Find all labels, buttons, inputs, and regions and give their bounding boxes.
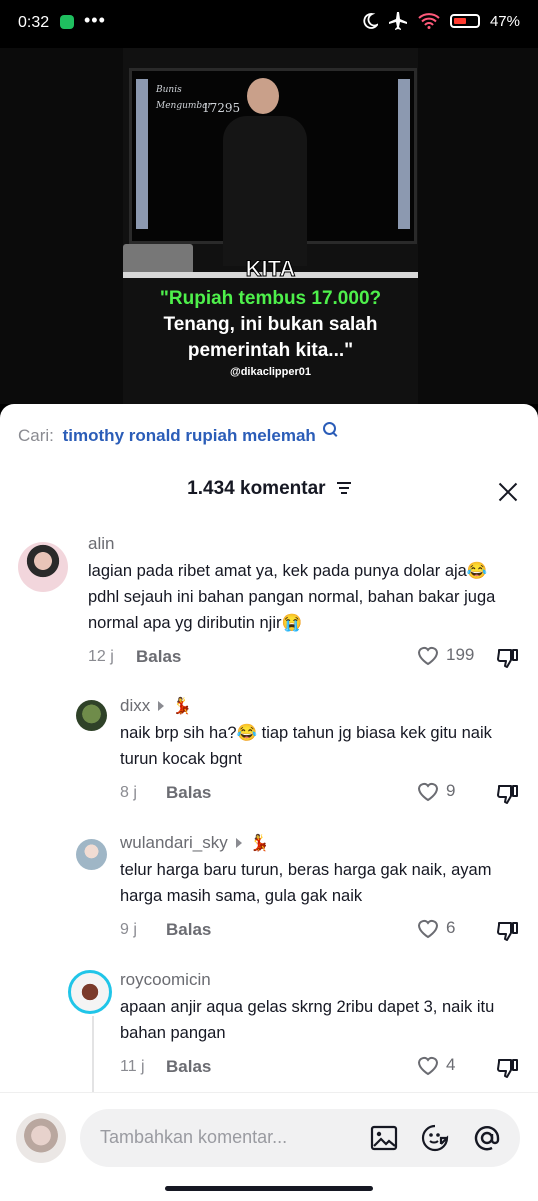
comment-username[interactable]: wulandari_sky 💃 — [120, 833, 270, 853]
like-count: 6 — [446, 918, 456, 937]
reply-item: roycoomicin apaan anjir aqua gelas skrng… — [0, 968, 538, 1092]
dislike-icon[interactable] — [496, 782, 520, 806]
comments-header: 1.434 komentar — [0, 478, 538, 508]
comment-text: naik brp sih ha?😂 tiap tahun jg biasa ke… — [120, 720, 530, 772]
like-count: 4 — [446, 1055, 456, 1074]
like-button[interactable]: 4 — [416, 1054, 455, 1076]
status-icons: 47% — [362, 12, 520, 30]
reply-button[interactable]: Balas — [136, 647, 181, 667]
dancer-emoji-icon: 💃 — [172, 698, 193, 715]
heart-icon — [417, 919, 439, 939]
comment-text-line: harga masih sama, gula gak naik — [120, 887, 363, 905]
comment-text-line: bahan pangan — [120, 1024, 226, 1042]
comment-count: 1.434 komentar — [187, 478, 326, 499]
dislike-icon[interactable] — [496, 919, 520, 943]
reply-button[interactable]: Balas — [166, 1057, 211, 1077]
comment-username[interactable]: alin — [88, 534, 114, 554]
status-time: 0:32 — [18, 14, 50, 31]
reply-item: wulandari_sky 💃 telur harga baru turun, b… — [0, 831, 538, 951]
heart-icon — [417, 1056, 439, 1076]
search-query-link[interactable]: timothy ronald rupiah melemah — [63, 426, 316, 445]
emoji-icon[interactable] — [420, 1123, 450, 1153]
comment-input[interactable]: Tambahkan komentar... — [80, 1109, 520, 1167]
close-icon[interactable] — [496, 480, 520, 504]
comment-time: 9 j — [120, 921, 137, 938]
home-indicator[interactable] — [165, 1186, 373, 1191]
comment-input-bar: Tambahkan komentar... — [0, 1092, 538, 1201]
status-bar: 0:32 ••• 47% — [0, 0, 538, 48]
board-edge-left — [136, 79, 148, 229]
sort-filter-icon[interactable] — [336, 482, 351, 494]
reply-item: dixx 💃 naik brp sih ha?😂 tiap tahun jg bi… — [0, 694, 538, 814]
app-notification-icon — [60, 15, 74, 29]
dislike-icon[interactable] — [496, 1056, 520, 1080]
heart-icon — [417, 646, 439, 666]
reply-arrow-icon — [158, 701, 165, 711]
avatar[interactable] — [76, 700, 107, 731]
caption-headline: "Rupiah tembus 17.000? — [159, 288, 382, 309]
comment-text-line: normal apa yg diributin njir😭 — [88, 614, 303, 632]
search-suggestion[interactable]: Cari: timothy ronald rupiah melemah — [18, 422, 336, 446]
board-edge-right — [398, 79, 410, 229]
video-player[interactable]: Bunis Mengumbar 17295 KITA "Rupiah tembu… — [0, 48, 538, 404]
caption-kita: KITA — [245, 256, 296, 282]
caption-line-1: Tenang, ini bukan salah — [163, 314, 378, 335]
comment-text-line: lagian pada ribet amat ya, kek pada puny… — [88, 562, 488, 580]
comment-username[interactable]: dixx 💃 — [120, 696, 192, 716]
reply-arrow-icon — [235, 838, 242, 848]
moon-icon — [363, 13, 378, 29]
comment-time: 12 j — [88, 648, 114, 665]
presenter-body — [223, 116, 307, 266]
like-count: 9 — [446, 781, 456, 800]
reply-button[interactable]: Balas — [166, 783, 211, 803]
heart-icon — [417, 782, 439, 802]
like-button[interactable]: 6 — [416, 917, 455, 939]
caption-line-2: pemerintah kita..." — [187, 340, 354, 361]
avatar-story-ring[interactable] — [68, 970, 112, 1014]
dislike-icon[interactable] — [496, 646, 520, 670]
comment-text-line: naik brp sih ha?😂 tiap tahun jg biasa ke… — [120, 724, 492, 742]
comment-item: alin lagian pada ribet amat ya, kek pada… — [0, 532, 538, 668]
battery-icon — [449, 14, 480, 28]
comment-text: lagian pada ribet amat ya, kek pada puny… — [88, 558, 528, 636]
username-text: wulandari_sky — [120, 833, 228, 852]
comment-text: apaan anjir aqua gelas skrng 2ribu dapet… — [120, 994, 530, 1046]
search-prefix: Cari: — [18, 426, 54, 445]
avatar[interactable] — [76, 839, 107, 870]
image-icon[interactable] — [370, 1125, 398, 1151]
battery-percent: 47% — [489, 12, 520, 30]
comment-text: telur harga baru turun, beras harga gak … — [120, 857, 530, 909]
video-frame: Bunis Mengumbar 17295 KITA "Rupiah tembu… — [123, 48, 418, 404]
avatar[interactable] — [18, 542, 68, 592]
comment-time: 11 j — [120, 1058, 145, 1075]
comment-username[interactable]: roycoomicin — [120, 970, 211, 990]
presenter-head — [247, 78, 279, 114]
airplane-icon — [388, 12, 407, 30]
comments-sheet: Cari: timothy ronald rupiah melemah 1.43… — [0, 404, 538, 1200]
comment-text-line: telur harga baru turun, beras harga gak … — [120, 861, 492, 879]
wifi-icon — [418, 13, 440, 29]
board-number: 17295 — [202, 101, 241, 115]
more-notifications-icon: ••• — [84, 10, 106, 30]
comment-text-line: turun kocak bgnt — [120, 750, 242, 768]
caption-handle: @dikaclipper01 — [229, 366, 312, 378]
comment-text-line: apaan anjir aqua gelas skrng 2ribu dapet… — [120, 998, 495, 1016]
dancer-emoji-icon: 💃 — [249, 835, 270, 852]
like-button[interactable]: 199 — [416, 644, 474, 666]
my-avatar — [16, 1113, 66, 1163]
comment-text-line: pdhl sejauh ini bahan pangan normal, bah… — [88, 588, 496, 606]
like-count: 199 — [446, 645, 475, 664]
search-icon — [322, 422, 336, 435]
comment-time: 8 j — [120, 784, 137, 801]
mention-icon[interactable] — [472, 1123, 502, 1153]
reply-button[interactable]: Balas — [166, 920, 211, 940]
comment-input-placeholder: Tambahkan komentar... — [100, 1127, 288, 1147]
board-text-1: Bunis — [156, 85, 182, 95]
username-text: dixx — [120, 696, 151, 715]
like-button[interactable]: 9 — [416, 780, 455, 802]
